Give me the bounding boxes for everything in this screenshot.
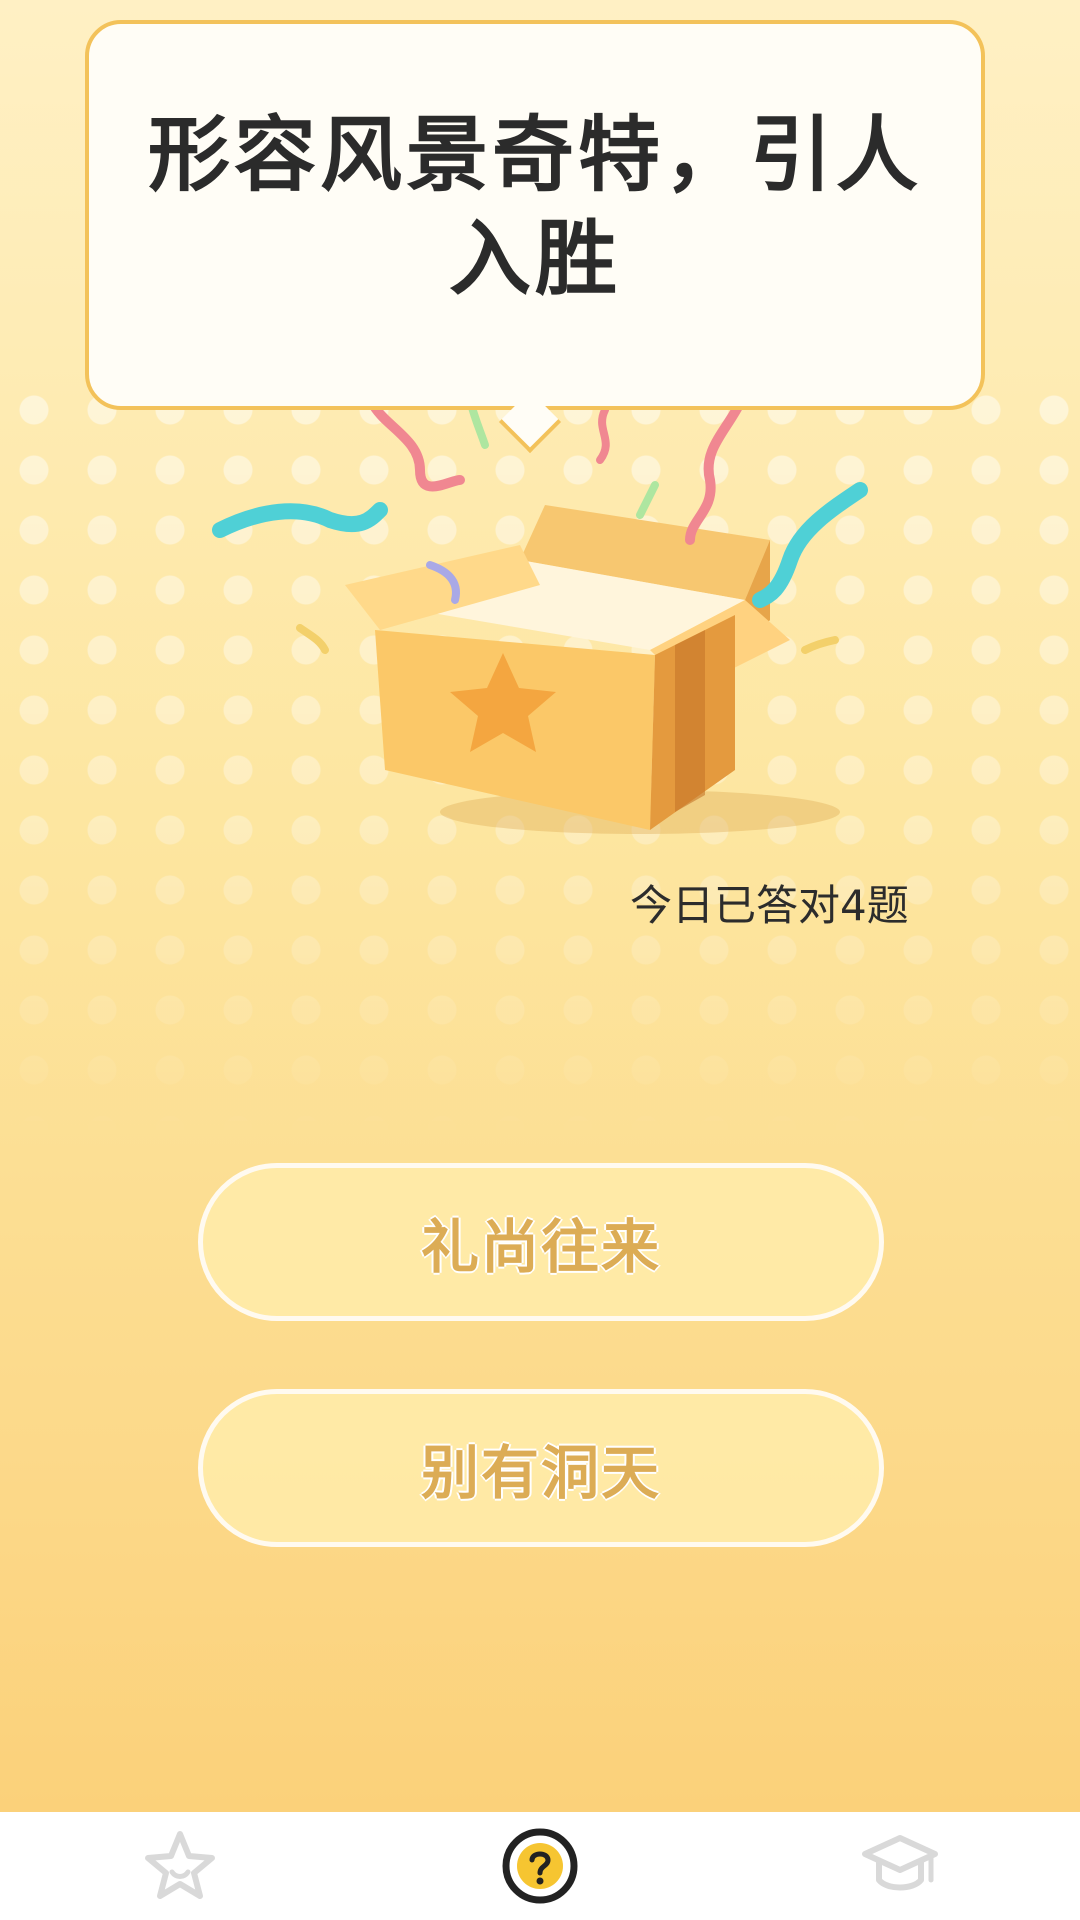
question-text: 形容风景奇特，引人入胜: [147, 108, 922, 307]
star-icon: [145, 1831, 215, 1899]
tab-favorites[interactable]: [120, 1812, 240, 1920]
progress-text: 今日已答对4题: [630, 881, 909, 930]
answer-option-label: 别有洞天: [420, 1439, 661, 1507]
answer-option-1[interactable]: 礼尚往来: [198, 1163, 884, 1321]
answer-option-label: 礼尚往来: [420, 1213, 661, 1281]
question-icon: [502, 1828, 578, 1904]
quiz-screen: 形容风景奇特，引人入胜 今日已答对4题 礼尚往来 别有洞天: [0, 0, 1080, 1812]
question-bubble: 形容风景奇特，引人入胜: [85, 20, 985, 410]
tab-learn[interactable]: [840, 1812, 960, 1920]
bottom-tab-bar: [0, 1812, 1080, 1920]
answer-option-2[interactable]: 别有洞天: [198, 1389, 884, 1547]
tab-quiz[interactable]: [480, 1812, 600, 1920]
graduation-cap-icon: [862, 1835, 938, 1891]
